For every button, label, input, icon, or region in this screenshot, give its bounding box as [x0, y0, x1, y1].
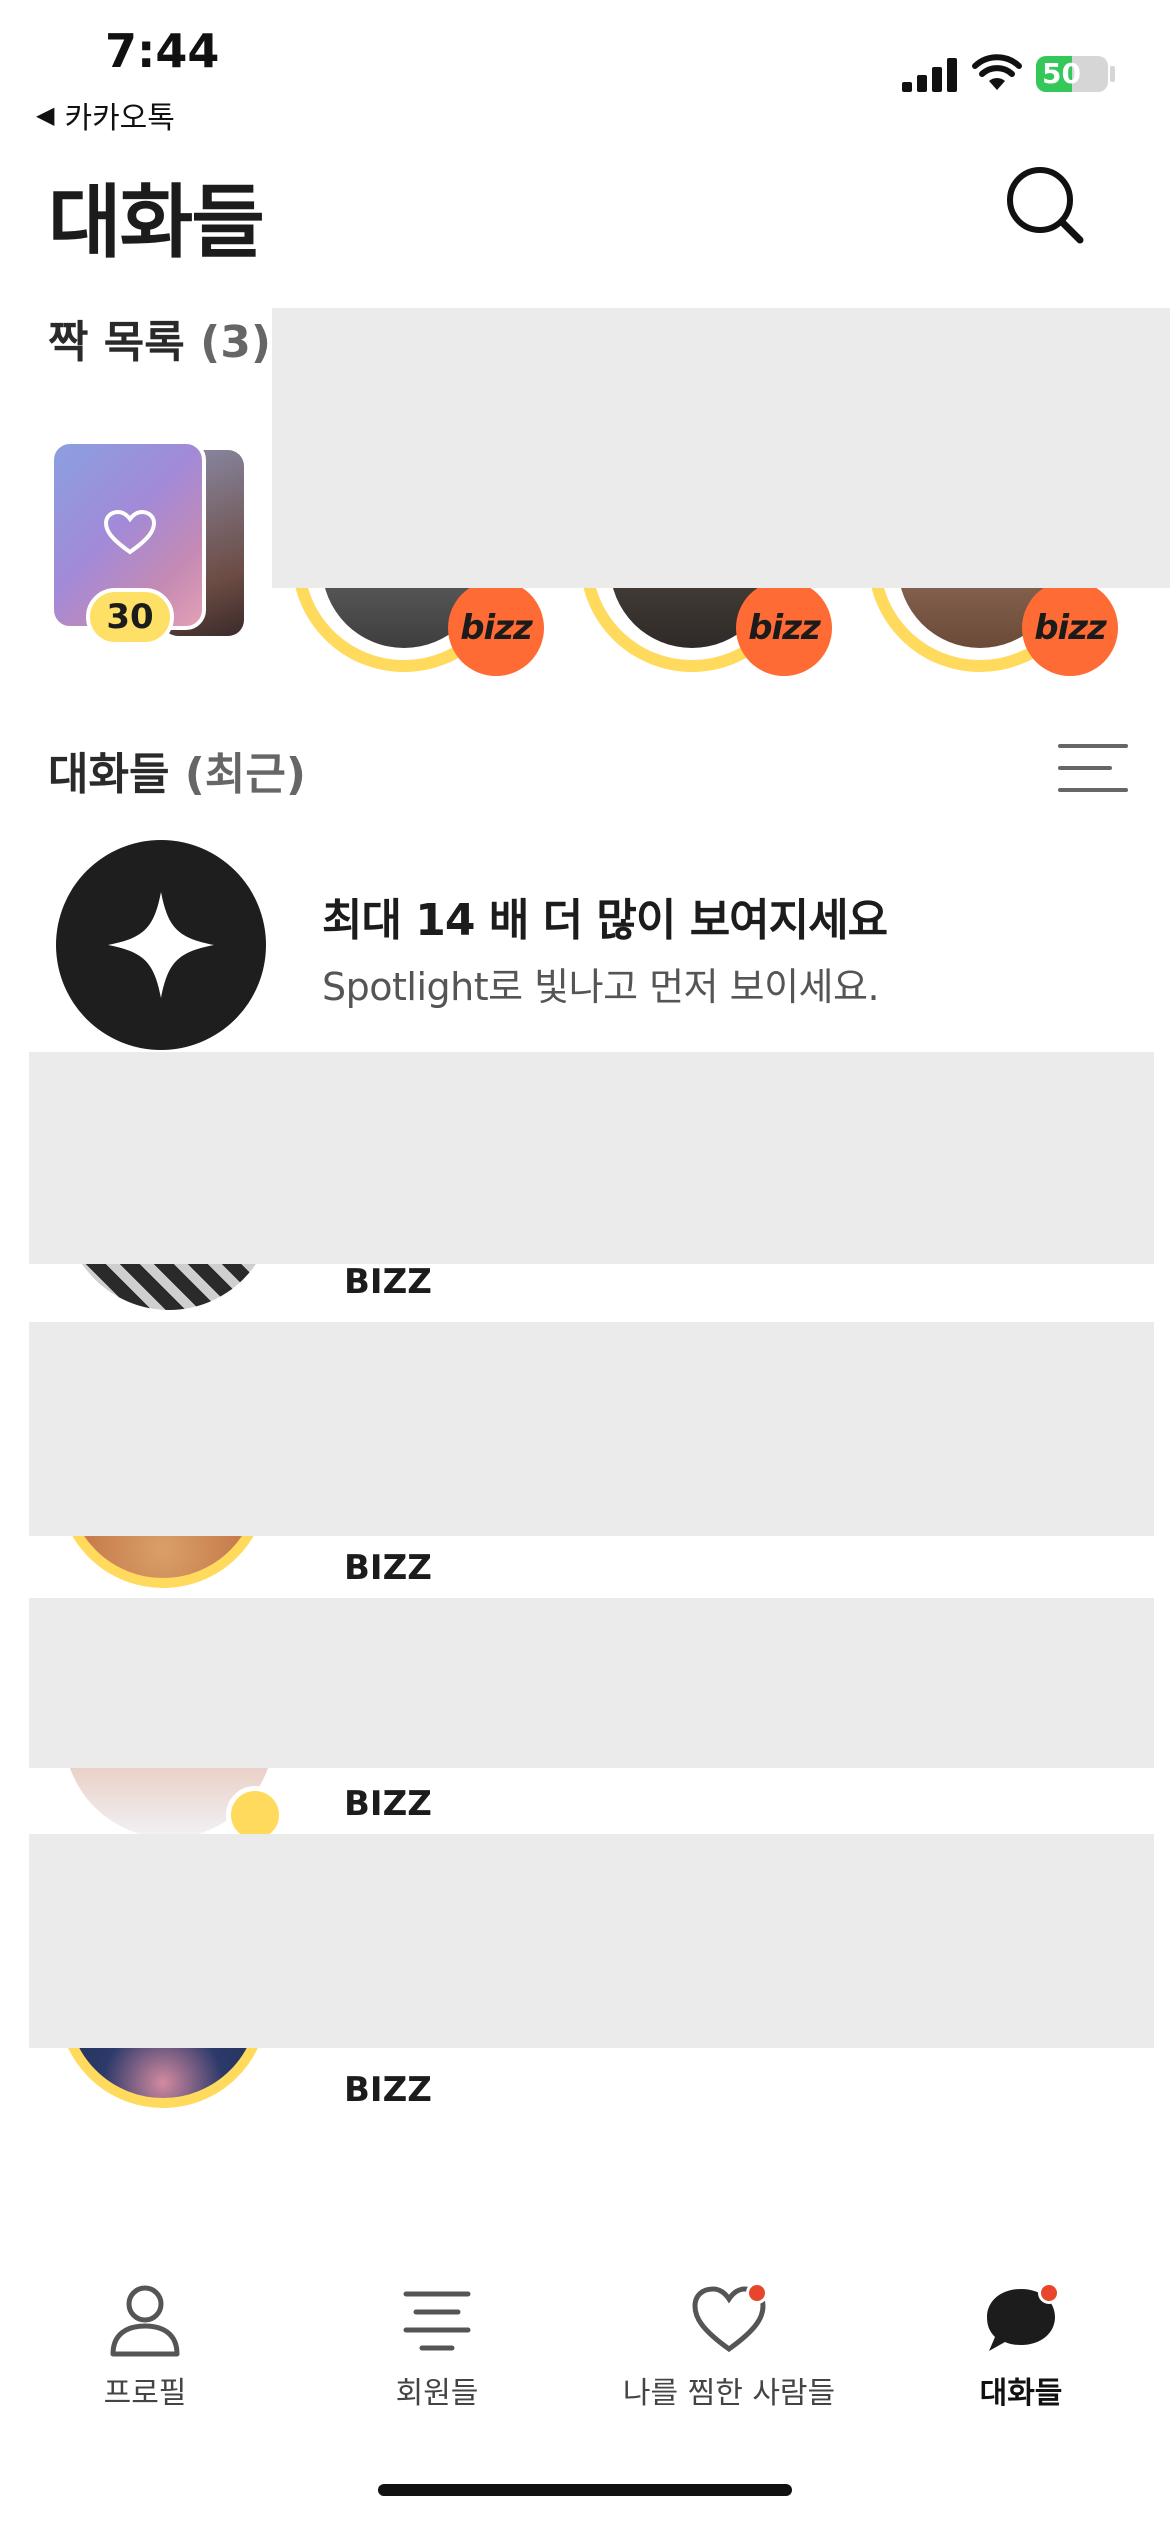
tab-conversations[interactable]: 대화들 — [886, 2280, 1156, 2412]
conversation-name[interactable]: BIZZ — [344, 1784, 432, 1824]
battery-icon: 50 — [1036, 56, 1108, 92]
back-app-label: 카카오톡 — [64, 101, 175, 136]
search-icon[interactable] — [1000, 160, 1088, 248]
back-triangle-icon: ◀ — [36, 101, 55, 129]
tab-label: 회원들 — [395, 2376, 479, 2411]
bizz-badge: bizz — [448, 580, 544, 676]
spotlight-subtitle: Spotlight로 빛나고 먼저 보이세요. — [322, 965, 880, 1009]
status-time: 7:44 — [105, 24, 220, 78]
back-to-app-button[interactable]: ◀ 카카오톡 — [36, 93, 175, 137]
cellular-signal-icon — [902, 58, 957, 92]
conversations-section-title: 대화들 (최근) — [48, 738, 306, 802]
home-indicator[interactable] — [378, 2484, 792, 2496]
members-icon — [403, 2291, 471, 2351]
spotlight-title: 최대 14 배 더 많이 보여지세요 — [322, 895, 888, 946]
redacted-block — [29, 1322, 1154, 1536]
sparkle-icon — [108, 892, 214, 998]
wifi-icon — [972, 54, 1022, 90]
page-title: 대화들 — [48, 176, 265, 269]
conversations-title-label: 대화들 — [48, 749, 170, 800]
likes-count-badge: 30 — [86, 588, 174, 646]
conversation-name[interactable]: BIZZ — [344, 1262, 432, 1302]
bizz-badge: bizz — [736, 580, 832, 676]
tab-members[interactable]: 회원들 — [302, 2280, 572, 2412]
conversations-sort-label: (최근) — [184, 749, 306, 800]
redacted-block — [272, 308, 1170, 588]
notification-dot — [1038, 2282, 1060, 2304]
battery-cap — [1110, 66, 1115, 82]
matches-section-title: 짝 목록 (3) — [48, 306, 271, 370]
bizz-badge: bizz — [1022, 580, 1118, 676]
matches-title-label: 짝 목록 — [48, 317, 185, 368]
heart-outline-icon — [104, 510, 156, 555]
spotlight-button[interactable] — [56, 840, 266, 1050]
redacted-block — [29, 1598, 1154, 1768]
matches-count: (3) — [200, 317, 271, 368]
tab-label: 나를 찜한 사람들 — [622, 2376, 836, 2411]
tab-label: 프로필 — [103, 2376, 187, 2411]
redacted-block — [29, 1052, 1154, 1264]
conversation-name[interactable]: BIZZ — [344, 1548, 432, 1588]
sort-menu-icon[interactable] — [1058, 740, 1128, 796]
tab-label: 대화들 — [979, 2376, 1063, 2411]
conversation-name[interactable]: BIZZ — [344, 2070, 432, 2110]
redacted-block — [29, 1834, 1154, 2048]
notification-dot — [746, 2282, 768, 2304]
tab-profile[interactable]: 프로필 — [10, 2280, 280, 2412]
profile-icon — [110, 2285, 180, 2357]
battery-level: 50 — [1042, 57, 1081, 90]
tab-liked-me[interactable]: 나를 찜한 사람들 — [594, 2280, 864, 2412]
